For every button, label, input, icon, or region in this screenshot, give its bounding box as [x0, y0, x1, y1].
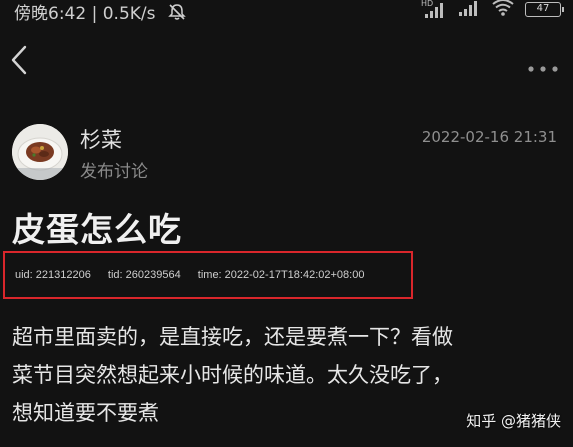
avatar[interactable] — [12, 124, 68, 180]
post-body-line: 超市里面卖的，是直接吃，还是要煮一下？看做 — [12, 325, 453, 349]
meta-highlight-box: uid: 221312206 tid: 260239564 time: 2022… — [3, 251, 413, 299]
status-right: HD 47 — [421, 0, 564, 20]
nav-bar — [0, 36, 573, 86]
author-name[interactable]: 杉菜 — [80, 124, 122, 154]
meta-time: time: 2022-02-17T18:42:02+08:00 — [197, 269, 365, 281]
post-body-line: 菜节目突然想起来小时候的味道。太久没吃了， — [12, 363, 453, 387]
wifi-icon — [491, 0, 515, 20]
battery-level: 47 — [536, 2, 550, 14]
signal-icon: HD — [421, 0, 447, 18]
mute-icon — [167, 3, 187, 26]
post-timestamp: 2022-02-16 21:31 — [421, 128, 557, 146]
status-time: 傍晚6:42 — [14, 4, 87, 24]
status-speed: 0.5K/s — [102, 4, 156, 24]
post-subtitle: 发布讨论 — [80, 162, 148, 182]
meta-uid: uid: 221312206 — [15, 269, 91, 281]
battery-icon: 47 — [525, 1, 564, 17]
meta-tid: tid: 260239564 — [107, 269, 181, 281]
meta-line: uid: 221312206 tid: 260239564 time: 2022… — [15, 269, 378, 281]
status-bar: 傍晚6:42 | 0.5K/s HD 47 — [0, 0, 573, 24]
status-left: 傍晚6:42 | 0.5K/s — [14, 0, 187, 26]
status-separator: | — [91, 4, 103, 24]
chevron-left-icon[interactable] — [8, 44, 30, 76]
signal-icon — [457, 0, 481, 20]
post-title: 皮蛋怎么吃 — [12, 210, 182, 249]
more-dots-icon[interactable] — [527, 58, 561, 72]
watermark: 知乎 @猪猪侠 — [466, 412, 561, 430]
